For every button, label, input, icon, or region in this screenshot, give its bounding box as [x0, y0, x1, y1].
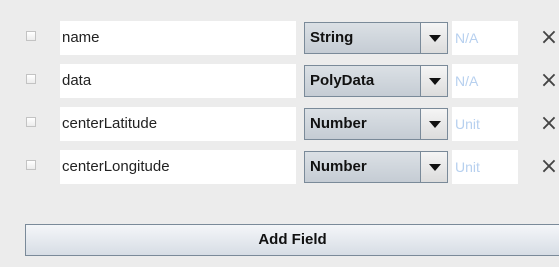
chevron-down-icon[interactable]	[420, 109, 447, 139]
field-row: centerLatitude Number Unit ×	[0, 107, 559, 141]
remove-field-icon[interactable]: ×	[539, 70, 559, 92]
select-checkbox[interactable]	[26, 74, 36, 84]
field-name-input[interactable]: data	[60, 64, 296, 98]
remove-field-icon[interactable]: ×	[539, 27, 559, 49]
field-row: centerLongitude Number Unit ×	[0, 150, 559, 184]
field-type-dropdown[interactable]: String	[304, 22, 448, 54]
field-unit-input[interactable]: Unit	[452, 150, 518, 184]
field-type-value: String	[310, 29, 354, 46]
field-type-dropdown[interactable]: PolyData	[304, 65, 448, 97]
field-unit-input[interactable]: N/A	[452, 64, 518, 98]
field-name-input[interactable]: centerLatitude	[60, 107, 296, 141]
field-type-value: PolyData	[310, 72, 375, 89]
remove-field-icon[interactable]: ×	[539, 113, 559, 135]
remove-field-icon[interactable]: ×	[539, 156, 559, 178]
field-name-input[interactable]: name	[60, 21, 296, 55]
field-unit-input[interactable]: N/A	[452, 21, 518, 55]
chevron-down-icon[interactable]	[420, 66, 447, 96]
select-checkbox[interactable]	[26, 117, 36, 127]
field-name-input[interactable]: centerLongitude	[60, 150, 296, 184]
field-type-dropdown[interactable]: Number	[304, 108, 448, 140]
chevron-down-icon[interactable]	[420, 152, 447, 182]
field-unit-input[interactable]: Unit	[452, 107, 518, 141]
chevron-down-icon[interactable]	[420, 23, 447, 53]
select-checkbox[interactable]	[26, 160, 36, 170]
field-type-dropdown[interactable]: Number	[304, 151, 448, 183]
field-row: name String N/A ×	[0, 21, 559, 55]
field-type-value: Number	[310, 115, 367, 132]
add-field-button[interactable]: Add Field	[25, 224, 559, 256]
field-row: data PolyData N/A ×	[0, 64, 559, 98]
field-type-value: Number	[310, 158, 367, 175]
select-checkbox[interactable]	[26, 31, 36, 41]
